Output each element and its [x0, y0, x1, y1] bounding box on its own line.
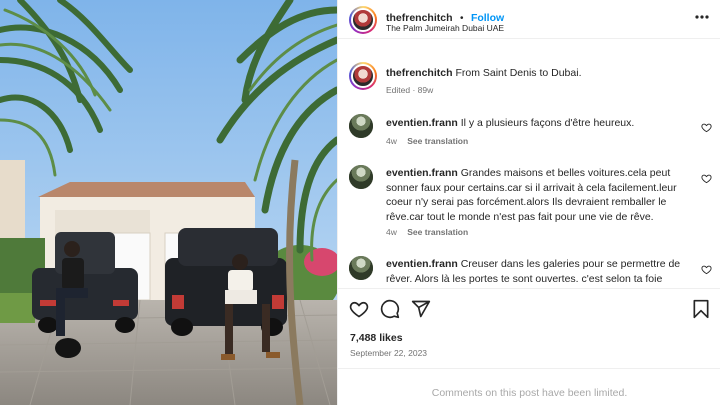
post-image: [0, 0, 337, 405]
post-header: thefrenchitch • Follow The Palm Jumeirah…: [338, 0, 720, 39]
likes-count[interactable]: 7,488 likes: [350, 332, 403, 344]
comment-text: eventien.frann Grandes maisons et belles…: [386, 166, 686, 224]
comment-item: eventien.frann Grandes maisons et belles…: [338, 165, 720, 245]
see-translation-link[interactable]: See translation: [407, 136, 468, 146]
comment-item: eventien.frann Creuser dans les galeries…: [338, 256, 720, 288]
comment-item: eventien.frann Il y a plusieurs façons d…: [338, 114, 720, 154]
like-comment-heart-icon[interactable]: [701, 173, 712, 184]
post-details-panel: thefrenchitch • Follow The Palm Jumeirah…: [337, 0, 720, 405]
caption: thefrenchitch From Saint Denis to Dubai.…: [338, 62, 720, 102]
post-location[interactable]: The Palm Jumeirah Dubai UAE: [386, 23, 504, 33]
like-comment-heart-icon[interactable]: [701, 264, 712, 275]
commenter-avatar[interactable]: [349, 165, 373, 189]
commenter-avatar[interactable]: [349, 256, 373, 280]
caption-body: From Saint Denis to Dubai.: [455, 67, 582, 79]
instagram-post-view: thefrenchitch • Follow The Palm Jumeirah…: [0, 0, 720, 405]
comment-username[interactable]: eventien.frann: [386, 167, 458, 179]
post-date: September 22, 2023: [350, 348, 428, 358]
comments-list[interactable]: thefrenchitch From Saint Denis to Dubai.…: [338, 40, 720, 288]
comment-age: 4w: [386, 227, 397, 237]
caption-avatar[interactable]: [349, 62, 377, 90]
heart-icon[interactable]: [349, 299, 369, 319]
comment-username[interactable]: eventien.frann: [386, 258, 458, 270]
comment-age: 4w: [386, 136, 397, 146]
caption-username[interactable]: thefrenchitch: [386, 67, 453, 79]
caption-meta: Edited · 89w: [386, 85, 434, 95]
comment-text: eventien.frann Creuser dans les galeries…: [386, 257, 686, 286]
comments-limited-notice: Comments on this post have been limited.: [338, 368, 720, 405]
see-translation-link[interactable]: See translation: [407, 227, 468, 237]
comment-body: Il y a plusieurs façons d'être heureux.: [460, 117, 635, 129]
share-icon[interactable]: [411, 299, 431, 319]
like-comment-heart-icon[interactable]: [701, 122, 712, 133]
bookmark-icon[interactable]: [691, 299, 711, 319]
post-actions: 7,488 likes September 22, 2023: [338, 288, 720, 368]
comment-meta: 4w See translation: [386, 136, 468, 146]
more-horizontal-icon[interactable]: [695, 15, 709, 19]
comment-icon[interactable]: [380, 299, 400, 319]
comment-username[interactable]: eventien.frann: [386, 117, 458, 129]
comment-text: eventien.frann Il y a plusieurs façons d…: [386, 116, 686, 131]
commenter-avatar[interactable]: [349, 114, 373, 138]
comment-meta: 4w See translation: [386, 227, 468, 237]
post-photo[interactable]: [0, 0, 337, 405]
author-avatar[interactable]: [349, 6, 377, 34]
caption-text: thefrenchitch From Saint Denis to Dubai.: [386, 66, 706, 81]
